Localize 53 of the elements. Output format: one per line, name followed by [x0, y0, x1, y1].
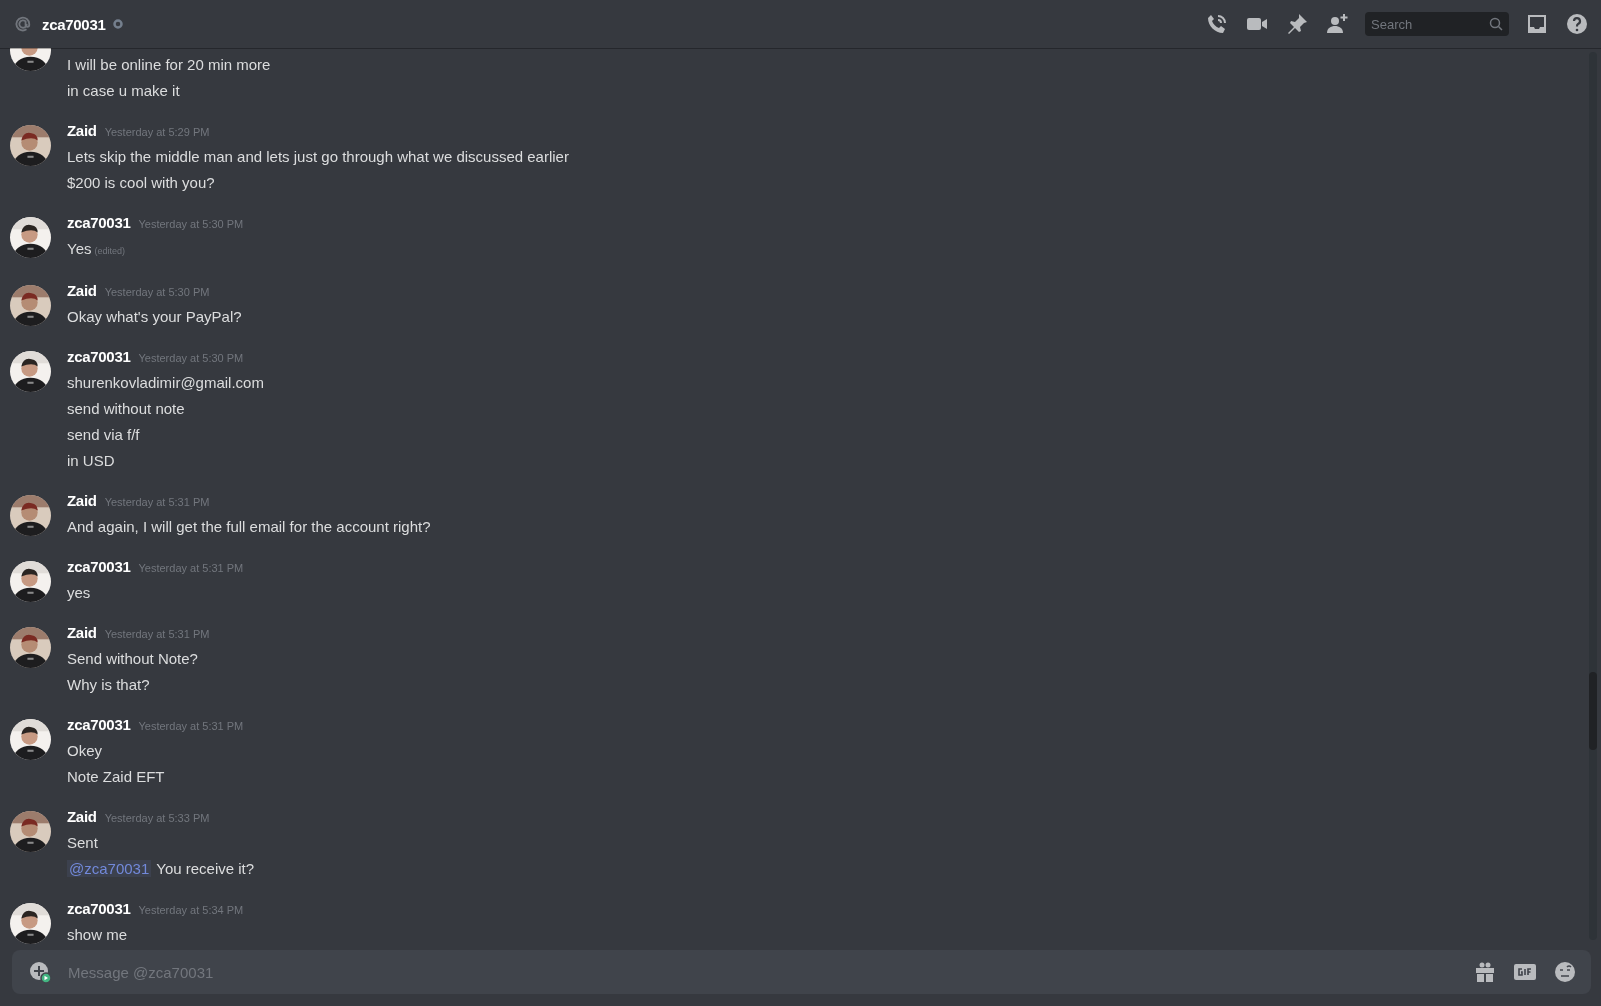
search-input[interactable]: Search — [1371, 14, 1481, 34]
author-name[interactable]: zca70031 — [67, 900, 131, 917]
message-text: Lets skip the middle man and lets just go through what we discussed earlier — [67, 148, 569, 165]
phone-call-icon[interactable] — [1205, 12, 1229, 36]
message-text: I will be online for 20 min more — [67, 56, 271, 73]
author-name[interactable]: Zaid — [67, 624, 97, 641]
timestamp: Yesterday at 5:31 PM — [138, 720, 244, 732]
emoji-icon[interactable] — [1553, 960, 1577, 984]
message-text: in case u make it — [67, 82, 180, 99]
search-field[interactable]: Search — [1365, 12, 1509, 36]
channel-title: zca70031 — [42, 15, 106, 33]
author-name[interactable]: Zaid — [67, 122, 97, 139]
message-text: Okay what's your PayPal? — [67, 308, 242, 325]
inbox-icon[interactable] — [1525, 12, 1549, 36]
message-text: Sent — [67, 834, 98, 851]
message-text: $200 is cool with you? — [67, 174, 215, 191]
author-name[interactable]: zca70031 — [67, 716, 131, 733]
author-name[interactable]: Zaid — [67, 282, 97, 299]
timestamp: Yesterday at 5:30 PM — [138, 352, 244, 364]
author-name[interactable]: zca70031 — [67, 214, 131, 231]
message-text: show me — [67, 926, 128, 943]
edited-label: (edited) — [94, 246, 125, 256]
status-icon — [112, 19, 123, 29]
timestamp: Yesterday at 5:31 PM — [138, 562, 244, 574]
message-text: And again, I will get the full email for the account right? — [67, 518, 431, 535]
author-name[interactable]: Zaid — [67, 808, 97, 825]
message-text: Yes — [67, 240, 92, 257]
message-text: You receive it? — [156, 860, 255, 877]
gift-icon[interactable] — [1473, 960, 1497, 984]
upload-plus-icon[interactable] — [28, 960, 52, 984]
message-text: in USD — [67, 452, 115, 469]
message-text: Okey — [67, 742, 102, 759]
help-icon[interactable] — [1565, 12, 1589, 36]
message-text: send without note — [67, 400, 185, 417]
timestamp: Yesterday at 5:30 PM — [104, 286, 210, 298]
author-name[interactable]: zca70031 — [67, 348, 131, 365]
timestamp: Yesterday at 5:34 PM — [138, 904, 244, 916]
message-text: shurenkovladimir@gmail.com — [67, 374, 264, 391]
message-text: send via f/f — [67, 426, 140, 443]
message-text: Why is that? — [67, 676, 150, 693]
message-text: Note Zaid EFT — [67, 768, 165, 785]
add-friend-icon[interactable] — [1325, 12, 1349, 36]
message-text: Send without Note? — [67, 650, 198, 667]
timestamp: Yesterday at 5:31 PM — [104, 628, 210, 640]
timestamp: Yesterday at 5:30 PM — [138, 218, 244, 230]
message-text: yes — [67, 584, 91, 601]
timestamp: Yesterday at 5:33 PM — [104, 812, 210, 824]
timestamp: Yesterday at 5:31 PM — [104, 496, 210, 508]
author-name[interactable]: zca70031 — [67, 558, 131, 575]
scrollbar[interactable] — [1589, 52, 1597, 940]
author-name[interactable]: Zaid — [67, 492, 97, 509]
search-icon — [1489, 17, 1503, 31]
timestamp: Yesterday at 5:29 PM — [104, 126, 210, 138]
